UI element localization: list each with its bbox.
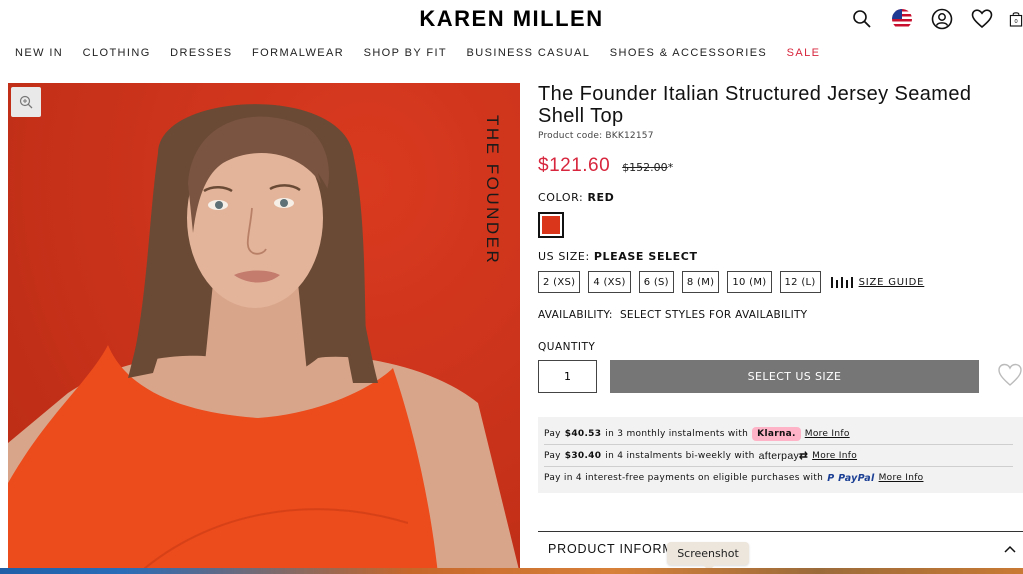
klarna-text: in 3 monthly instalments with: [605, 428, 749, 439]
paypal-text: Pay in 4 interest-free payments on eligi…: [544, 473, 824, 483]
size-option[interactable]: 2 (XS): [538, 271, 581, 293]
screenshot-tooltip: Screenshot: [667, 542, 749, 571]
klarna-amount: $40.53: [564, 428, 602, 439]
afterpay-logo: afterpay⇄: [759, 450, 808, 462]
product-title: The Founder Italian Structured Jersey Se…: [538, 83, 1023, 127]
color-swatch-red[interactable]: [538, 212, 564, 238]
size-value: PLEASE SELECT: [593, 250, 698, 263]
afterpay-more-info-link[interactable]: More Info: [812, 451, 857, 461]
swatch-fill: [542, 216, 560, 234]
heart-icon: [998, 363, 1022, 386]
zoom-icon: [19, 95, 33, 109]
nav-item-business-casual[interactable]: BUSINESS CASUAL: [467, 47, 591, 59]
product-details: The Founder Italian Structured Jersey Se…: [538, 83, 1023, 493]
product-title-text: The Founder Italian Structured Jersey Se…: [538, 83, 972, 127]
quantity-label: QUANTITY: [538, 341, 596, 353]
size-option[interactable]: 10 (M): [727, 271, 772, 293]
header-icons: 0: [849, 6, 1023, 32]
quantity-input[interactable]: [538, 360, 597, 393]
klarna-pre: Pay: [544, 428, 561, 439]
klarna-more-info-link[interactable]: More Info: [805, 429, 850, 439]
nav-item-dresses[interactable]: DRESSES: [170, 47, 232, 59]
nav-item-new-in[interactable]: NEW IN: [15, 47, 63, 59]
site-header: KAREN MILLEN 0: [0, 0, 1023, 40]
payment-options: Pay $40.53 in 3 monthly instalments with…: [538, 417, 1023, 493]
nav-item-shoes-accessories[interactable]: SHOES & ACCESSORIES: [610, 47, 767, 59]
wishlist-icon[interactable]: [969, 6, 995, 32]
add-to-bag-button[interactable]: SELECT US SIZE: [610, 360, 979, 393]
product-code: Product code: BKK12157: [538, 131, 654, 141]
afterpay-amount: $30.40: [564, 450, 602, 461]
add-to-wishlist-button[interactable]: [997, 363, 1023, 391]
nav-item-formalwear[interactable]: FORMALWEAR: [252, 47, 344, 59]
size-option[interactable]: 8 (M): [681, 271, 720, 293]
image-overlay-text: THE FOUNDER: [483, 115, 502, 266]
chevron-up-icon: [1003, 540, 1017, 559]
availability: AVAILABILITY: SELECT STYLES FOR AVAILABI…: [538, 309, 808, 321]
original-price-wrap: $152.00*: [622, 156, 673, 175]
paypal-line: Pay in 4 interest-free payments on eligi…: [544, 467, 1013, 489]
price-row: $121.60 $152.00*: [538, 155, 1023, 177]
os-dock-strip: [0, 568, 1023, 574]
model-photo: [8, 104, 520, 574]
size-row: US SIZE: PLEASE SELECT: [538, 250, 1023, 263]
paypal-brand: PayPal: [838, 472, 875, 484]
color-label: COLOR:: [538, 191, 584, 204]
size-option[interactable]: 12 (L): [779, 271, 821, 293]
bag-icon[interactable]: 0: [1009, 6, 1023, 32]
paypal-more-info-link[interactable]: More Info: [879, 473, 924, 483]
account-icon[interactable]: [929, 6, 955, 32]
color-row: COLOR: RED: [538, 191, 1023, 204]
search-icon[interactable]: [849, 6, 875, 32]
size-options: 2 (XS) 4 (XS) 6 (S) 8 (M) 10 (M) 12 (L) …: [538, 271, 1023, 293]
afterpay-text: in 4 instalments bi-weekly with: [605, 450, 755, 461]
sale-price: $121.60: [538, 155, 611, 176]
afterpay-pre: Pay: [544, 450, 561, 461]
nav-item-sale[interactable]: SALE: [787, 47, 821, 59]
us-flag-icon[interactable]: [889, 6, 915, 32]
nav-item-clothing[interactable]: CLOTHING: [83, 47, 151, 59]
product-image[interactable]: THE FOUNDER: [8, 83, 520, 574]
zoom-button[interactable]: [11, 87, 41, 117]
afterpay-line: Pay $30.40 in 4 instalments bi-weekly wi…: [544, 445, 1013, 467]
color-value: RED: [587, 191, 615, 204]
klarna-logo: Klarna.: [752, 426, 801, 441]
ruler-icon: [830, 276, 853, 288]
size-label: US SIZE:: [538, 250, 590, 263]
main-nav: NEW IN CLOTHING DRESSES FORMALWEAR SHOP …: [15, 47, 840, 59]
nav-item-shop-by-fit[interactable]: SHOP BY FIT: [364, 47, 447, 59]
quantity-row: SELECT US SIZE: [538, 360, 1023, 393]
paypal-logo: P PayPal: [827, 473, 874, 484]
size-guide-label: SIZE GUIDE: [858, 276, 925, 288]
original-price: $152.00: [622, 161, 668, 174]
klarna-line: Pay $40.53 in 3 monthly instalments with…: [544, 423, 1013, 445]
paypal-p-icon: P: [827, 472, 835, 484]
size-option[interactable]: 6 (S): [638, 271, 674, 293]
size-guide-link[interactable]: SIZE GUIDE: [830, 276, 925, 288]
price-marker: *: [667, 161, 674, 174]
size-option[interactable]: 4 (XS): [588, 271, 631, 293]
afterpay-arrows-icon: ⇄: [799, 449, 809, 462]
afterpay-brand: afterpay: [758, 449, 800, 462]
bag-count: 0: [1014, 19, 1017, 25]
